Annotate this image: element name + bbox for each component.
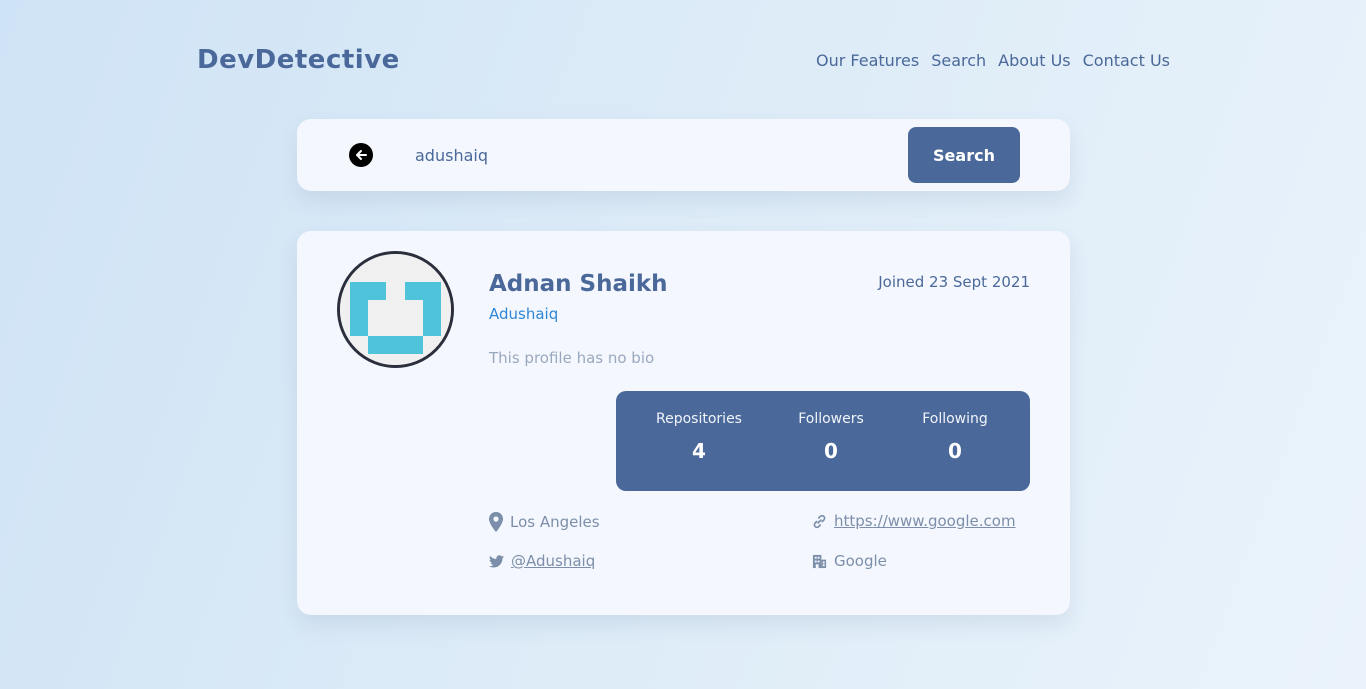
website-link[interactable]: https://www.google.com (834, 512, 1016, 530)
company-text: Google (834, 552, 887, 570)
site-header: DevDetective Our Features Search About U… (197, 40, 1170, 80)
building-icon (812, 554, 827, 568)
stat-followers: Followers 0 (771, 411, 891, 463)
stat-value: 0 (948, 439, 962, 463)
company-info: Google (812, 552, 887, 570)
back-button[interactable] (349, 143, 373, 167)
stat-label: Followers (798, 411, 864, 427)
main-nav: Our Features Search About Us Contact Us (816, 51, 1170, 70)
twitter-icon (489, 554, 504, 567)
twitter-link[interactable]: @Adushaiq (511, 552, 595, 570)
stat-label: Repositories (656, 411, 742, 427)
location-text: Los Angeles (510, 513, 600, 531)
identicon-image (340, 254, 451, 365)
nav-about-us[interactable]: About Us (998, 51, 1070, 70)
link-icon (813, 514, 826, 528)
stat-value: 0 (824, 439, 838, 463)
stat-following: Following 0 (895, 411, 1015, 463)
search-input[interactable] (415, 137, 885, 173)
stat-value: 4 (692, 439, 706, 463)
search-button[interactable]: Search (908, 127, 1020, 183)
profile-name: Adnan Shaikh (489, 271, 668, 297)
location-pin-icon (489, 512, 503, 532)
website-info: https://www.google.com (812, 512, 1016, 530)
stat-label: Following (922, 411, 988, 427)
profile-card: Adnan Shaikh Adushaiq Joined 23 Sept 202… (297, 231, 1070, 615)
profile-login-link[interactable]: Adushaiq (489, 305, 558, 323)
location-info: Los Angeles (489, 512, 600, 532)
twitter-info: @Adushaiq (489, 552, 595, 570)
stats-panel: Repositories 4 Followers 0 Following 0 (616, 391, 1030, 491)
arrow-left-icon (356, 150, 367, 160)
nav-our-features[interactable]: Our Features (816, 51, 919, 70)
joined-date: Joined 23 Sept 2021 (878, 273, 1030, 291)
search-bar: Search (297, 119, 1070, 191)
stat-repositories: Repositories 4 (639, 411, 759, 463)
profile-bio: This profile has no bio (489, 349, 655, 367)
nav-contact-us[interactable]: Contact Us (1083, 51, 1170, 70)
avatar (337, 251, 454, 368)
logo[interactable]: DevDetective (197, 45, 400, 75)
nav-search[interactable]: Search (931, 51, 986, 70)
